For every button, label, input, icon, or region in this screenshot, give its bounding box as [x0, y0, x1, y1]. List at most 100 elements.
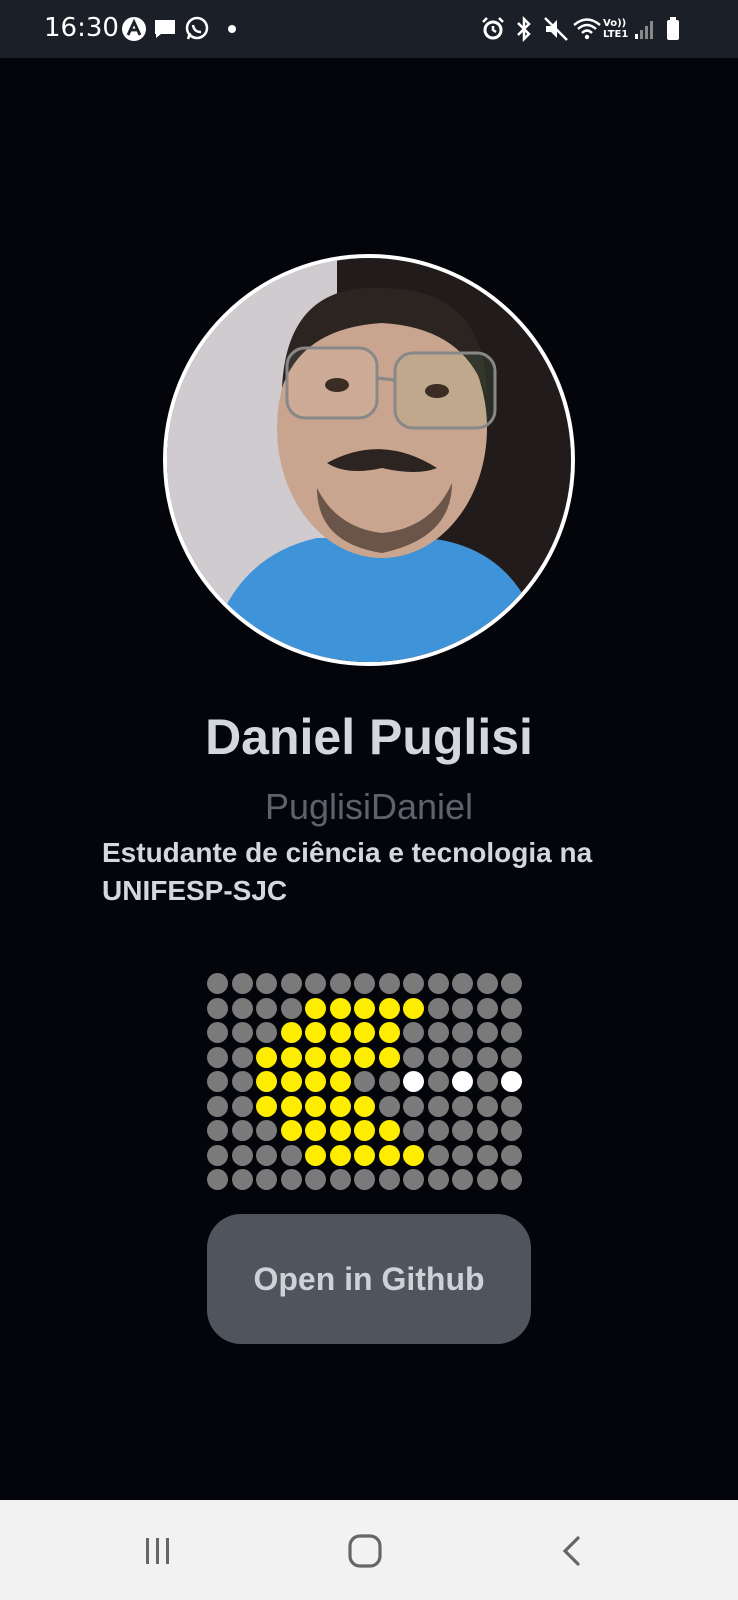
grid-cell [207, 973, 228, 994]
grid-cell [256, 1169, 277, 1190]
grid-cell [452, 1144, 473, 1166]
pacman-cell [329, 1144, 351, 1166]
grid-cell [280, 1169, 302, 1190]
pellet-cell [501, 1071, 522, 1092]
android-icon [121, 15, 147, 43]
grid-cell [452, 1022, 473, 1043]
signal-icon [634, 15, 656, 43]
grid-cell [403, 1022, 424, 1043]
home-icon[interactable] [335, 1528, 395, 1574]
profile-name: Daniel Puglisi [205, 709, 533, 765]
grid-cell [231, 1022, 253, 1043]
pacman-cell [378, 1022, 400, 1043]
grid-cell [501, 997, 522, 1019]
message-icon [153, 15, 177, 43]
grid-cell [207, 1022, 228, 1043]
grid-cell [207, 1046, 228, 1068]
grid-cell [280, 1144, 302, 1166]
grid-cell [476, 973, 498, 994]
grid-cell [452, 1120, 473, 1141]
grid-cell [207, 1169, 228, 1190]
pacman-cell [305, 1120, 326, 1141]
grid-cell [256, 1120, 277, 1141]
grid-cell [207, 1095, 228, 1117]
grid-cell [501, 1169, 522, 1190]
whatsapp-icon [184, 15, 210, 43]
pacman-cell [378, 1120, 400, 1141]
grid-cell [207, 997, 228, 1019]
grid-cell [427, 1071, 449, 1092]
grid-cell [231, 973, 253, 994]
grid-cell [231, 1046, 253, 1068]
grid-cell [231, 997, 253, 1019]
grid-cell [476, 1046, 498, 1068]
status-bar: 16:30 Vo)) LTE1 [0, 0, 738, 58]
grid-cell [231, 1071, 253, 1092]
recent-apps-icon[interactable] [128, 1528, 188, 1574]
grid-cell [501, 1144, 522, 1166]
grid-cell [427, 973, 449, 994]
pacman-cell [329, 1095, 351, 1117]
grid-cell [476, 1022, 498, 1043]
open-in-github-button[interactable]: Open in Github [207, 1214, 531, 1344]
navigation-bar [0, 1500, 738, 1600]
grid-cell [501, 1120, 522, 1141]
grid-cell [280, 973, 302, 994]
profile-username: PuglisiDaniel [264, 786, 474, 827]
pacman-cell [305, 1144, 326, 1166]
grid-cell [305, 1169, 326, 1190]
pacman-cell [378, 997, 400, 1019]
pacman-cell [329, 997, 351, 1019]
grid-cell [280, 997, 302, 1019]
grid-cell [207, 1071, 228, 1092]
grid-cell [501, 1022, 522, 1043]
grid-cell [354, 1071, 375, 1092]
pacman-cell [305, 1071, 326, 1092]
grid-cell [427, 997, 449, 1019]
grid-cell [501, 1095, 522, 1117]
pacman-cell [329, 1046, 351, 1068]
avatar [163, 254, 575, 666]
grid-cell [476, 1144, 498, 1166]
pacman-cell [280, 1120, 302, 1141]
alarm-icon [480, 15, 506, 43]
grid-cell [403, 1095, 424, 1117]
grid-cell [231, 1169, 253, 1190]
grid-cell [378, 1071, 400, 1092]
pacman-cell [280, 1071, 302, 1092]
grid-cell [452, 997, 473, 1019]
back-icon[interactable] [542, 1528, 602, 1574]
pacman-cell [280, 1022, 302, 1043]
grid-cell [452, 1169, 473, 1190]
pacman-cell [403, 997, 424, 1019]
grid-cell [476, 1120, 498, 1141]
pellet-cell [452, 1071, 473, 1092]
grid-cell [231, 1120, 253, 1141]
grid-cell [256, 973, 277, 994]
grid-cell [354, 1169, 375, 1190]
pacman-cell [378, 1144, 400, 1166]
grid-cell [427, 1120, 449, 1141]
grid-cell [403, 1120, 424, 1141]
grid-cell [378, 1095, 400, 1117]
grid-cell [452, 1095, 473, 1117]
grid-cell [476, 1071, 498, 1092]
grid-cell [501, 1046, 522, 1068]
pacman-cell [305, 1046, 326, 1068]
pacman-cell [329, 1071, 351, 1092]
pacman-contribution-grid [207, 973, 525, 1193]
battery-icon [665, 15, 681, 43]
grid-cell [354, 973, 375, 994]
grid-cell [256, 997, 277, 1019]
grid-cell [378, 973, 400, 994]
pacman-cell [354, 1022, 375, 1043]
grid-cell [403, 1169, 424, 1190]
grid-cell [501, 973, 522, 994]
pacman-cell [354, 1046, 375, 1068]
grid-cell [452, 973, 473, 994]
pacman-cell [305, 1095, 326, 1117]
grid-cell [427, 1022, 449, 1043]
grid-cell [476, 1095, 498, 1117]
pacman-cell [354, 997, 375, 1019]
grid-cell [476, 1169, 498, 1190]
